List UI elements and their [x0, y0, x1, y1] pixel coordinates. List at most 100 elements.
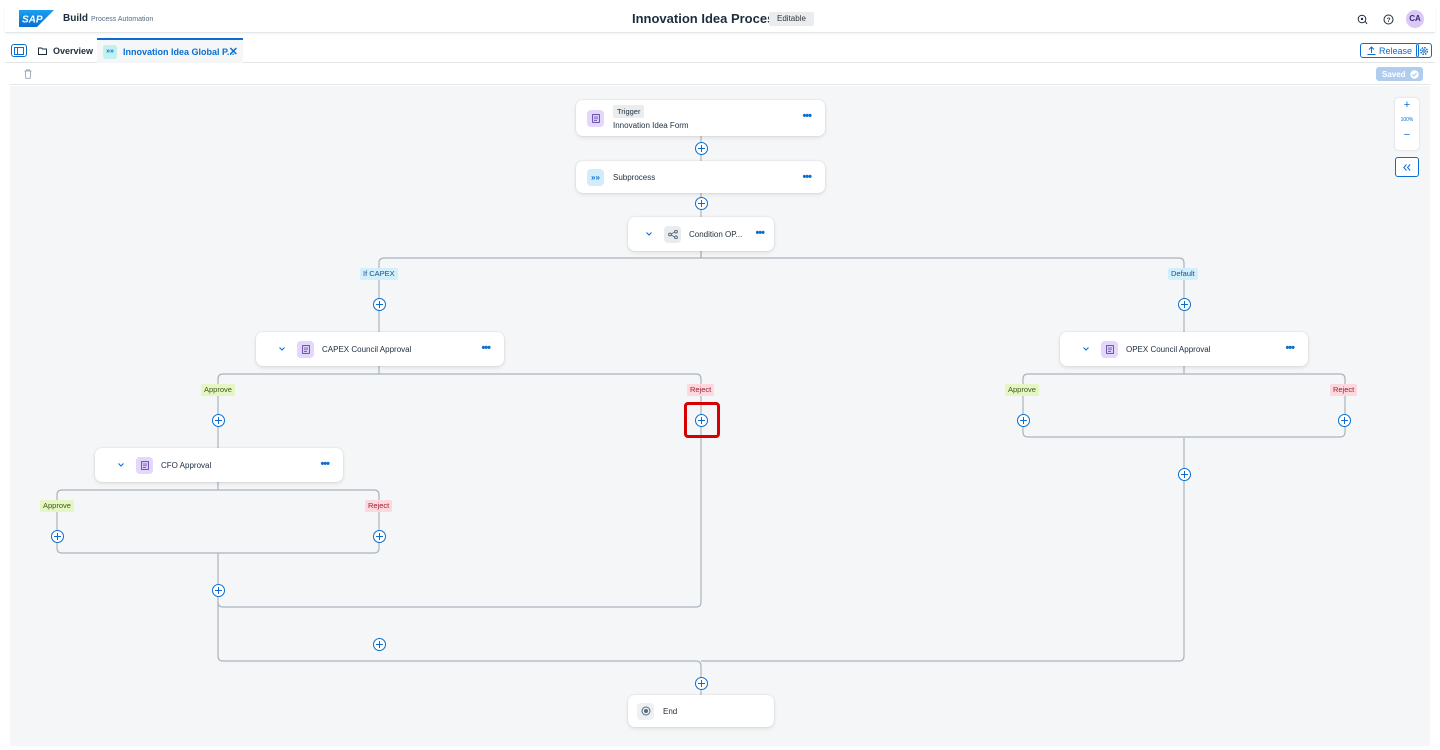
branch-label-opex-approve: Approve: [1005, 384, 1039, 396]
tab-overview[interactable]: Overview: [38, 38, 93, 63]
tab-innovation-idea-global[interactable]: »» Innovation Idea Global P... ✕: [97, 38, 243, 63]
add-step-button[interactable]: [373, 298, 386, 311]
capex-approval-name: CAPEX Council Approval: [322, 344, 412, 354]
connector: [1022, 366, 1346, 438]
end-icon: [637, 702, 654, 720]
collapse-panel-button[interactable]: [1395, 157, 1419, 177]
condition-node[interactable]: Condition OP... •••: [628, 217, 774, 251]
connector: [378, 250, 702, 332]
opex-approval-name: OPEX Council Approval: [1126, 344, 1211, 354]
settings-button[interactable]: [1416, 43, 1432, 58]
chevron-down-icon[interactable]: [277, 347, 287, 351]
shell-bar: SAP Build Process Automation Innovation I…: [5, 5, 1435, 33]
add-step-button[interactable]: [1178, 298, 1191, 311]
sap-logo[interactable]: SAP: [19, 10, 54, 27]
branch-label-cfo-reject: Reject: [365, 500, 393, 512]
more-options-icon[interactable]: •••: [481, 343, 491, 354]
condition-name: Condition OP...: [689, 229, 743, 239]
add-step-button[interactable]: [1338, 414, 1351, 427]
status-badge: Editable: [769, 12, 814, 26]
zoom-control: + 100% −: [1395, 98, 1419, 150]
more-options-icon[interactable]: •••: [755, 228, 765, 239]
end-node[interactable]: End: [628, 695, 774, 727]
release-button[interactable]: Release: [1360, 43, 1420, 58]
tab-bar: Overview »» Innovation Idea Global P... …: [5, 38, 1435, 63]
opex-approval-node[interactable]: OPEX Council Approval •••: [1060, 332, 1308, 366]
more-options-icon[interactable]: •••: [802, 172, 812, 183]
explorer-toggle-button[interactable]: [11, 44, 27, 57]
add-step-button[interactable]: [373, 638, 386, 651]
connector: [56, 482, 380, 554]
trigger-badge: Trigger: [613, 105, 645, 118]
more-options-icon[interactable]: •••: [320, 459, 330, 470]
cfo-approval-node[interactable]: CFO Approval •••: [95, 448, 343, 482]
avatar[interactable]: CA: [1406, 10, 1424, 28]
brand-name: Build: [63, 13, 88, 24]
close-icon[interactable]: ✕: [229, 45, 238, 58]
tab-label: Overview: [53, 45, 94, 56]
end-name: End: [663, 706, 678, 716]
double-chevron-left-icon: [1403, 163, 1411, 171]
zoom-out-button[interactable]: −: [1395, 128, 1419, 143]
editor-toolbar: Saved: [10, 64, 1430, 85]
chevron-down-icon[interactable]: [116, 463, 126, 467]
product-name: Process Automation: [91, 16, 154, 23]
condition-icon: [664, 225, 681, 243]
trigger-name: Innovation Idea Form: [613, 121, 689, 130]
trash-icon[interactable]: [24, 69, 32, 79]
more-options-icon[interactable]: •••: [802, 111, 812, 122]
chevron-down-icon[interactable]: [644, 232, 654, 236]
subprocess-icon: »»: [103, 44, 117, 59]
feedback-icon[interactable]: [1355, 12, 1369, 26]
release-label: Release: [1379, 45, 1413, 56]
form-icon: [587, 109, 604, 127]
capex-approval-node[interactable]: CAPEX Council Approval •••: [256, 332, 504, 366]
subprocess-node[interactable]: »» Subprocess •••: [576, 161, 825, 193]
branch-label-opex-reject: Reject: [1330, 384, 1358, 396]
approval-form-icon: [136, 456, 153, 474]
brand: Build Process Automation: [63, 13, 153, 24]
add-step-button[interactable]: [373, 530, 386, 543]
svg-text:SAP: SAP: [22, 15, 43, 26]
zoom-level[interactable]: 100%: [1395, 113, 1419, 128]
page-title: Innovation Idea Process: [632, 11, 782, 26]
svg-text:?: ?: [1386, 17, 1390, 24]
connector: [217, 607, 702, 695]
add-step-button[interactable]: [695, 142, 708, 155]
chevron-down-icon[interactable]: [1081, 347, 1091, 351]
saved-badge: Saved: [1376, 67, 1423, 81]
add-step-button[interactable]: [212, 584, 225, 597]
branch-label-capex-reject: Reject: [687, 384, 715, 396]
saved-label: Saved: [1382, 69, 1406, 79]
highlight-box: [684, 402, 720, 438]
approval-form-icon: [1101, 340, 1118, 358]
connector: [701, 438, 1185, 662]
add-step-button[interactable]: [695, 677, 708, 690]
trigger-node[interactable]: Trigger Innovation Idea Form •••: [576, 100, 825, 136]
branch-label-default: Default: [1168, 268, 1198, 280]
add-step-button[interactable]: [212, 414, 225, 427]
connector: [628, 250, 757, 258]
subprocess-icon: »»: [587, 168, 604, 186]
tab-label: Innovation Idea Global P...: [123, 46, 235, 57]
add-step-button[interactable]: [1178, 468, 1191, 481]
subprocess-name: Subprocess: [613, 172, 656, 182]
gear-icon: [1420, 46, 1428, 55]
zoom-in-button[interactable]: +: [1395, 98, 1419, 113]
connector: [217, 366, 380, 448]
branch-label-if-capex: If CAPEX: [360, 268, 398, 280]
add-step-button[interactable]: [51, 530, 64, 543]
branch-label-capex-approve: Approve: [201, 384, 235, 396]
add-step-button[interactable]: [695, 197, 708, 210]
help-icon[interactable]: ?: [1381, 12, 1395, 26]
more-options-icon[interactable]: •••: [1285, 343, 1295, 354]
connector: [701, 257, 1185, 332]
folder-icon: [38, 47, 47, 55]
process-canvas[interactable]: Trigger Innovation Idea Form ••• »» Subp…: [10, 86, 1430, 746]
upload-icon: [1367, 46, 1376, 55]
check-icon: [1409, 69, 1419, 79]
branch-label-cfo-approve: Approve: [40, 500, 74, 512]
approval-form-icon: [297, 340, 314, 358]
add-step-button[interactable]: [1017, 414, 1030, 427]
cfo-approval-name: CFO Approval: [161, 460, 212, 470]
